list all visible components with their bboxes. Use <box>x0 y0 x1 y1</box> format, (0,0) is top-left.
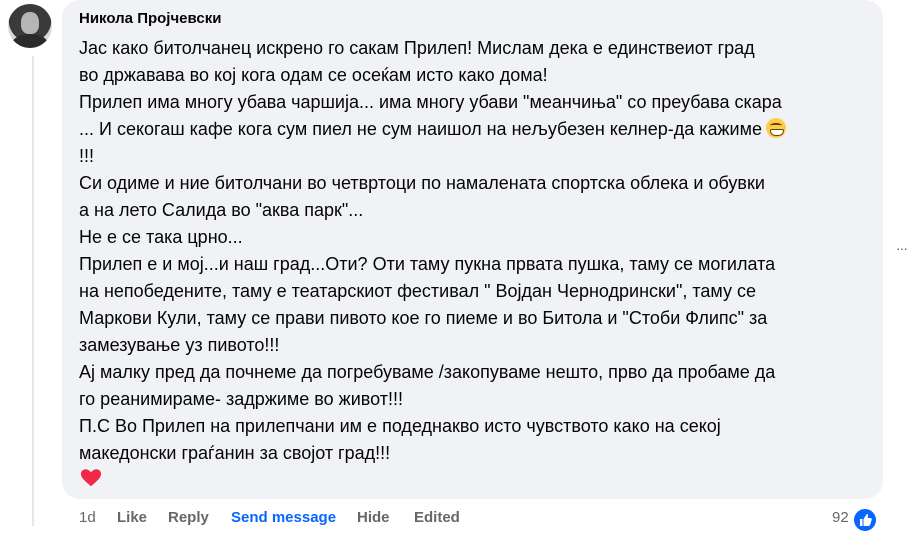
like-button[interactable]: Like <box>117 509 147 526</box>
comment-author[interactable]: Никола Пројчевски <box>79 10 221 27</box>
avatar-shoulders <box>12 34 48 48</box>
comment-line: ... И секогаш кафе кога сум пиел не сум … <box>79 119 762 139</box>
hide-button[interactable]: Hide <box>357 509 390 526</box>
comment-text: Јас како битолчанец искрено го сакам При… <box>79 35 879 467</box>
comment-line: Прилеп има многу убава чаршија... има мн… <box>79 92 782 112</box>
avatar-face <box>21 12 39 34</box>
comment-line: Маркови Кули, таму се прави пивото кое г… <box>79 308 768 328</box>
comment-line-with-emoji: ... И секогаш кафе кога сум пиел не сум … <box>79 116 879 143</box>
red-heart-icon <box>80 469 102 487</box>
comment-line: Си одиме и ние битолчани во четвртоци по… <box>79 173 765 193</box>
comment-line: Ај малку пред да почнеме да погребуваме … <box>79 362 776 382</box>
comment-line: на непобедените, таму е театарскиот фест… <box>79 281 757 301</box>
comment-line: П.С Во Прилеп на прилепчани им е подедна… <box>79 416 721 436</box>
comment-timestamp[interactable]: 1d <box>79 509 96 526</box>
reaction-count: 92 <box>832 509 849 526</box>
grinning-face-icon <box>766 118 786 138</box>
avatar[interactable] <box>8 4 52 48</box>
comment-line: го реанимираме- задржиме во живот!!! <box>79 389 403 409</box>
comment-line: !!! <box>79 146 95 166</box>
thumbs-up-glyph <box>860 514 872 526</box>
reply-button[interactable]: Reply <box>168 509 209 526</box>
thumbs-up-icon <box>852 507 878 533</box>
comment-line: а на лето Салида во "аква парк"... <box>79 200 364 220</box>
comment-line: Не е се така црно... <box>79 227 243 247</box>
comment-line: замезување уз пивото!!! <box>79 335 280 355</box>
edited-label[interactable]: Edited <box>414 509 460 526</box>
thread-line <box>32 56 34 526</box>
comment-line: македонски граѓанин за својот град!!! <box>79 443 391 463</box>
send-message-button[interactable]: Send message <box>231 509 336 526</box>
more-options-icon[interactable]: ··· <box>896 240 907 256</box>
comment-line: Јас како битолчанец искрено го сакам При… <box>79 38 755 58</box>
comment-line: Прилеп е и мој...и наш град...Оти? Оти т… <box>79 254 776 274</box>
comment-line: во државава во кој кога одам се осеќам и… <box>79 65 548 85</box>
